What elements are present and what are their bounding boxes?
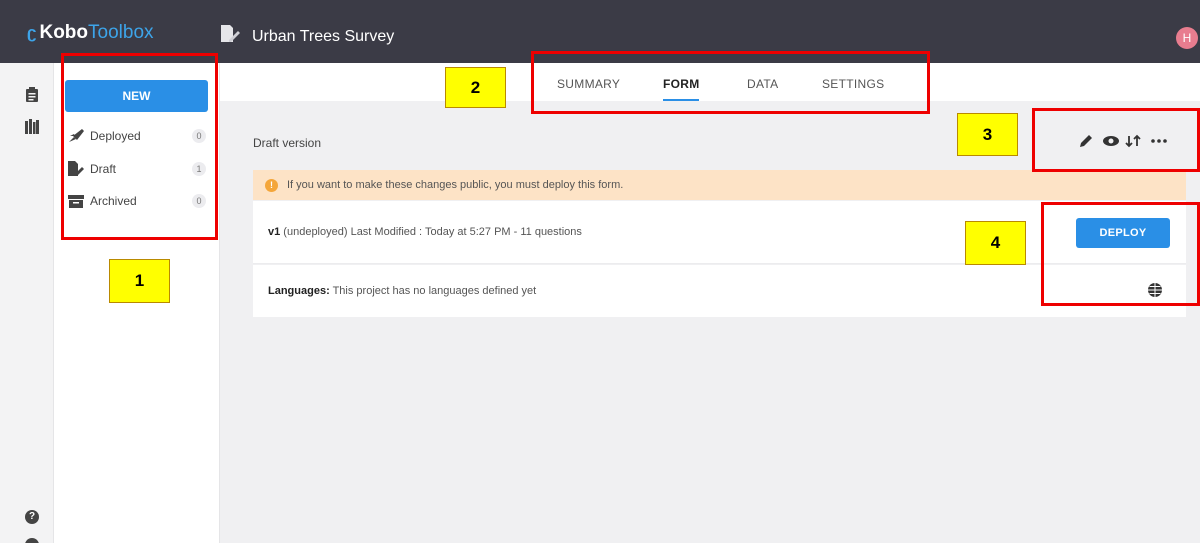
alert-text: If you want to make these changes public… <box>287 179 624 191</box>
version-details: (undeployed) Last Modified : Today at 5:… <box>280 226 582 238</box>
help-icon[interactable]: ? <box>25 510 39 524</box>
annotation-label-3: 3 <box>957 113 1018 156</box>
annotation-box-3 <box>1032 108 1200 172</box>
library-icon[interactable] <box>25 119 39 135</box>
languages-info: Languages: This project has no languages… <box>268 285 536 297</box>
project-title[interactable]: Urban Trees Survey <box>252 28 394 46</box>
kobotoolbox-logo[interactable]: ʗ Kobo Toolbox <box>27 22 154 44</box>
annotation-box-2 <box>531 51 930 114</box>
annotation-label-2: 2 <box>445 67 506 108</box>
annotation-label-4: 4 <box>965 221 1026 265</box>
version-info: v1 (undeployed) Last Modified : Today at… <box>268 226 582 238</box>
user-avatar[interactable]: H <box>1176 27 1198 49</box>
logo-kobo-text: Kobo <box>39 22 89 43</box>
annotation-box-1 <box>61 53 218 240</box>
draft-version-label: Draft version <box>253 136 322 150</box>
deploy-warning-alert: ! If you want to make these changes publ… <box>253 170 1186 200</box>
logo-toolbox-text: Toolbox <box>88 22 154 43</box>
annotation-label-1: 1 <box>109 259 170 303</box>
version-label: v1 <box>268 226 281 238</box>
warning-icon: ! <box>265 178 278 192</box>
left-rail <box>0 63 54 543</box>
languages-details: This project has no languages defined ye… <box>329 285 537 297</box>
projects-icon[interactable] <box>25 87 39 103</box>
annotation-box-4 <box>1041 202 1200 306</box>
languages-label: Languages: <box>268 285 330 297</box>
logo-mark: ʗ <box>27 23 37 42</box>
form-draft-icon <box>221 25 240 42</box>
